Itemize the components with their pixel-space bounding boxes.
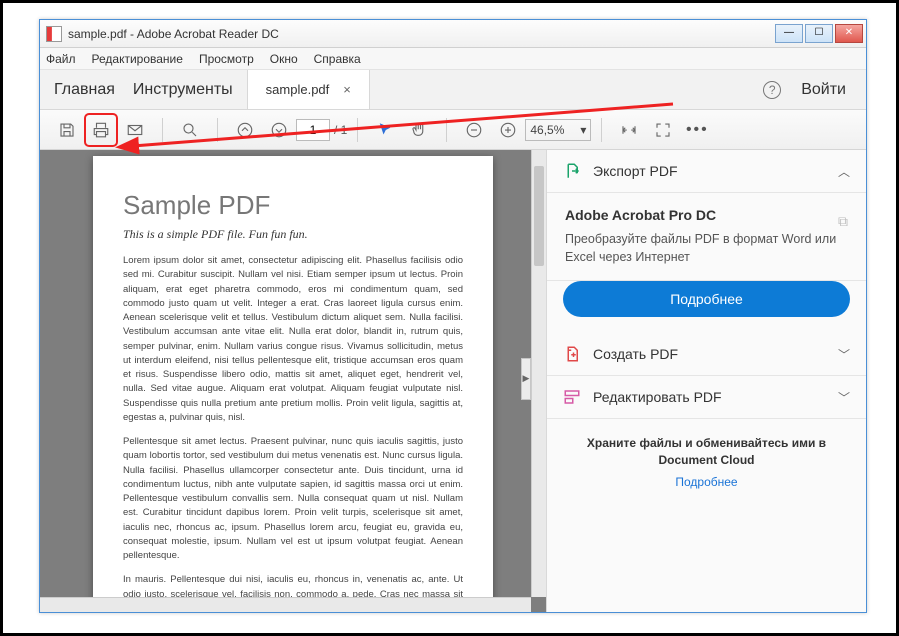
side-panel-footer: Храните файлы и обменивайтесь ими в Docu… (547, 419, 866, 505)
export-brand: Adobe Acrobat Pro DC (565, 207, 848, 223)
search-icon[interactable] (177, 117, 203, 143)
edit-pdf-tool[interactable]: Редактировать PDF ﹀ (547, 376, 866, 419)
copy-icon[interactable]: ⧉ (838, 213, 848, 230)
zoom-out-icon[interactable] (461, 117, 487, 143)
export-icon (563, 162, 581, 180)
close-tab-icon[interactable]: × (343, 82, 351, 97)
save-icon[interactable] (54, 117, 80, 143)
export-body: Adobe Acrobat Pro DC ⧉ Преобразуйте файл… (547, 193, 866, 281)
create-pdf-tool[interactable]: Создать PDF ﹀ (547, 333, 866, 376)
doc-paragraph: Lorem ipsum dolor sit amet, consectetur … (123, 254, 463, 425)
selection-tool-icon[interactable] (372, 117, 398, 143)
create-pdf-label: Создать PDF (593, 346, 838, 362)
doc-paragraph: Pellentesque sit amet lectus. Praesent p… (123, 435, 463, 563)
maximize-button[interactable]: ☐ (805, 24, 833, 43)
print-icon[interactable] (88, 117, 114, 143)
page-up-icon[interactable] (232, 117, 258, 143)
horizontal-scrollbar[interactable] (40, 597, 531, 612)
hand-tool-icon[interactable] (406, 117, 432, 143)
print-button-highlight (84, 113, 118, 147)
export-description: Преобразуйте файлы PDF в формат Word или… (565, 231, 848, 266)
chevron-down-icon: ﹀ (838, 389, 850, 406)
doc-heading: Sample PDF (123, 190, 463, 221)
footer-text: Храните файлы и обменивайтесь ими в Docu… (563, 435, 850, 469)
menu-window[interactable]: Окно (270, 52, 298, 66)
menu-edit[interactable]: Редактирование (92, 52, 183, 66)
fit-page-icon[interactable] (650, 117, 676, 143)
close-button[interactable]: ✕ (835, 24, 863, 43)
chevron-up-icon: ︿ (838, 163, 850, 180)
content-area: Sample PDF This is a simple PDF file. Fu… (40, 150, 866, 612)
primary-tabs: Главная Инструменты (40, 70, 247, 109)
minimize-button[interactable]: — (775, 24, 803, 43)
tabsbar: Главная Инструменты sample.pdf × ? Войти (40, 70, 866, 110)
page-number-input[interactable] (296, 119, 330, 141)
create-pdf-icon (563, 345, 581, 363)
document-tab-label: sample.pdf (266, 82, 330, 97)
menu-view[interactable]: Просмотр (199, 52, 254, 66)
vertical-scrollbar[interactable] (531, 150, 546, 597)
tab-home[interactable]: Главная (54, 81, 115, 99)
tools-side-panel: Экспорт PDF ︿ Adobe Acrobat Pro DC ⧉ Пре… (546, 150, 866, 612)
menu-file[interactable]: Файл (46, 52, 76, 66)
pdf-page: Sample PDF This is a simple PDF file. Fu… (93, 156, 493, 612)
more-tools-icon[interactable]: ••• (684, 117, 710, 143)
window-title: sample.pdf - Adobe Acrobat Reader DC (68, 27, 773, 41)
window-controls: — ☐ ✕ (773, 25, 866, 43)
menu-help[interactable]: Справка (314, 52, 361, 66)
login-button[interactable]: Войти (801, 81, 846, 99)
export-pdf-tool[interactable]: Экспорт PDF ︿ (547, 150, 866, 193)
page-total-label: / 1 (334, 123, 347, 137)
page-down-icon[interactable] (266, 117, 292, 143)
footer-link[interactable]: Подробнее (563, 475, 850, 489)
menubar: Файл Редактирование Просмотр Окно Справк… (40, 48, 866, 70)
help-icon[interactable]: ? (763, 81, 781, 99)
application-window: sample.pdf - Adobe Acrobat Reader DC — ☐… (39, 19, 867, 613)
tab-tools[interactable]: Инструменты (133, 81, 233, 99)
zoom-combo[interactable]: 46,5% ▾ (525, 119, 591, 141)
fit-width-icon[interactable] (616, 117, 642, 143)
document-viewport[interactable]: Sample PDF This is a simple PDF file. Fu… (40, 150, 546, 612)
document-tab[interactable]: sample.pdf × (247, 70, 370, 109)
edit-pdf-label: Редактировать PDF (593, 389, 838, 405)
chevron-down-icon: ▾ (580, 123, 586, 137)
export-label: Экспорт PDF (593, 163, 838, 179)
export-more-button[interactable]: Подробнее (563, 281, 850, 317)
doc-subheading: This is a simple PDF file. Fun fun fun. (123, 227, 463, 242)
app-icon (46, 26, 62, 42)
chevron-down-icon: ﹀ (838, 346, 850, 363)
edit-pdf-icon (563, 388, 581, 406)
zoom-value: 46,5% (530, 123, 564, 137)
email-icon[interactable] (122, 117, 148, 143)
collapse-side-panel-handle[interactable]: ▶ (521, 358, 531, 400)
zoom-in-icon[interactable] (495, 117, 521, 143)
toolbar: / 1 46,5% ▾ ••• (40, 110, 866, 150)
titlebar: sample.pdf - Adobe Acrobat Reader DC — ☐… (40, 20, 866, 48)
